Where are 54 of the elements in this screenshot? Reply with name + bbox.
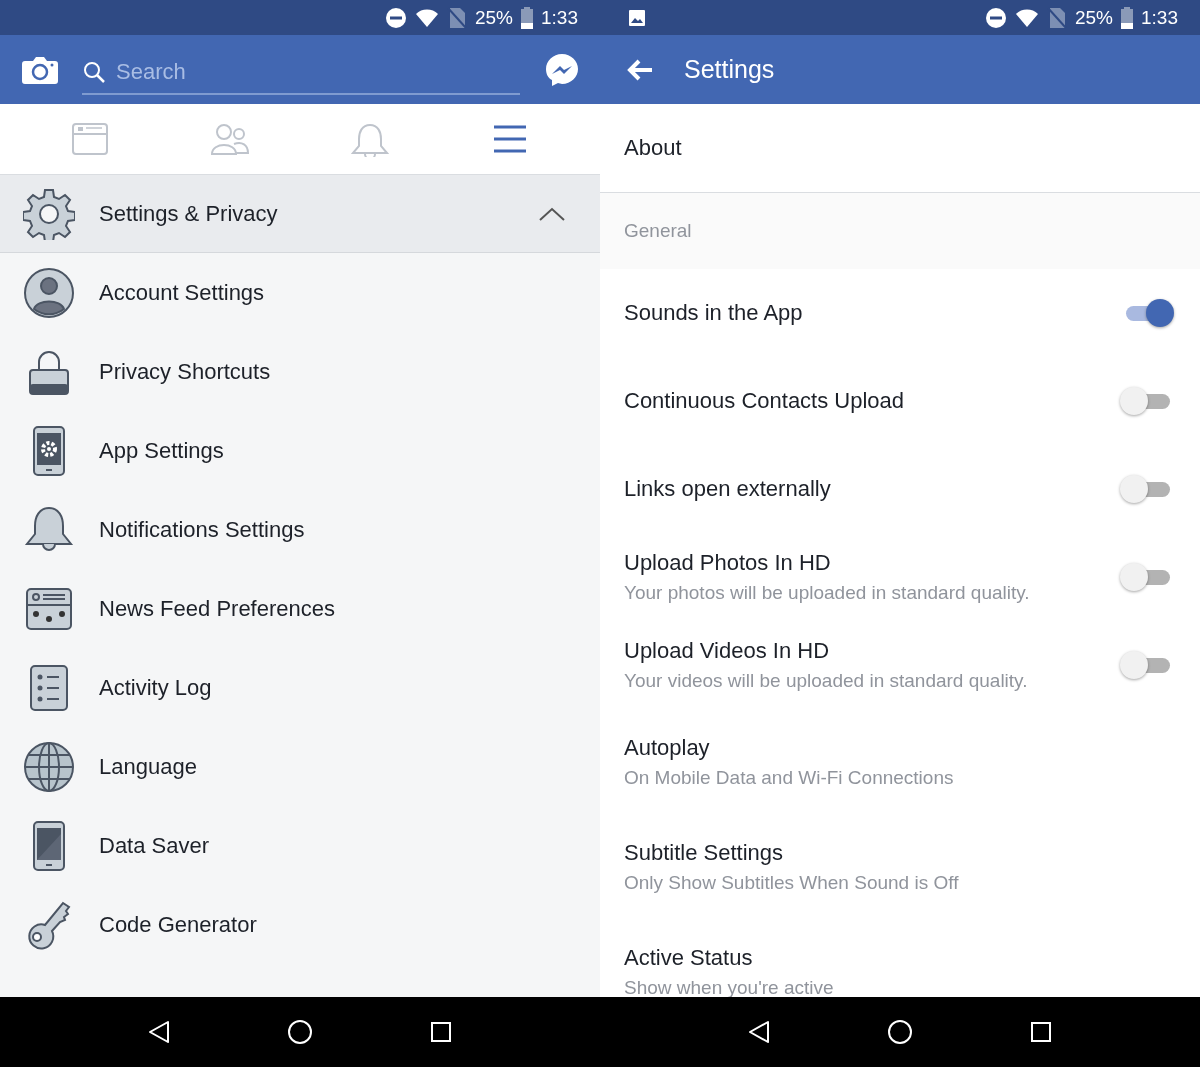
camera-icon[interactable] [22, 54, 58, 85]
page-title: Settings [684, 55, 775, 84]
setting-title: Active Status [624, 944, 754, 971]
do-not-disturb-icon [385, 6, 407, 29]
menu-item[interactable]: News Feed Preferences [0, 569, 600, 648]
person-icon [23, 266, 75, 319]
battery-icon [521, 6, 533, 29]
search-icon [82, 59, 106, 84]
setting-title: Links open externally [624, 476, 832, 502]
setting-description: Your videos will be uploaded in standard quality. [624, 670, 1029, 692]
battery-percent: 25% [475, 6, 513, 29]
setting-description: Only Show Subtitles When Sound is Off [624, 871, 960, 894]
setting-title: Continuous Contacts Upload [624, 388, 906, 414]
menu-item[interactable]: Privacy Shortcuts [0, 332, 600, 411]
no-sim-icon [1047, 6, 1067, 29]
menu-item[interactable]: Language [0, 727, 600, 806]
home-icon[interactable] [287, 1019, 313, 1045]
wifi-icon [1015, 7, 1039, 28]
menu-item[interactable]: Activity Log [0, 648, 600, 727]
setting-title: Autoplay [624, 734, 711, 761]
setting-description: Show when you're active [624, 976, 835, 997]
setting-description: On Mobile Data and Wi-Fi Connections [624, 766, 955, 789]
wifi-icon [415, 7, 439, 28]
section-header[interactable]: Settings & Privacy [0, 175, 600, 253]
menu-item[interactable]: Account Settings [0, 253, 600, 332]
back-icon[interactable] [148, 1020, 171, 1044]
setting-title: Subtitle Settings [624, 839, 784, 866]
gear-icon [23, 187, 75, 240]
globe-icon [23, 740, 75, 793]
menu-item[interactable]: Data Saver [0, 806, 600, 885]
section-title: Settings & Privacy [99, 200, 279, 227]
search-bar[interactable]: Search [82, 50, 520, 95]
battery-percent: 25% [1075, 6, 1113, 29]
home-icon[interactable] [887, 1019, 913, 1045]
search-field[interactable]: Search [116, 51, 520, 92]
battery-icon [1121, 6, 1133, 29]
setting-description: Your photos will be uploaded in standard quality. [624, 582, 1031, 604]
messenger-icon[interactable] [544, 51, 580, 88]
setting-title: Upload Photos In HD [624, 550, 832, 576]
section-label: General [600, 193, 1200, 269]
back-icon[interactable] [748, 1020, 771, 1044]
recents-icon[interactable] [1029, 1021, 1052, 1043]
do-not-disturb-icon [985, 6, 1007, 29]
image-icon [628, 8, 646, 27]
setting-title: Upload Videos In HD [624, 638, 831, 664]
no-sim-icon [447, 6, 467, 29]
setting-title: Sounds in the App [624, 300, 804, 326]
clock-time: 1:33 [541, 6, 578, 29]
menu-item[interactable]: Notifications Settings [0, 490, 600, 569]
recents-icon[interactable] [429, 1021, 452, 1043]
menu-item[interactable]: App Settings [0, 411, 600, 490]
menu-item[interactable]: Code Generator [0, 885, 600, 964]
clock-time: 1:33 [1141, 6, 1178, 29]
back-arrow-icon[interactable] [626, 57, 654, 82]
